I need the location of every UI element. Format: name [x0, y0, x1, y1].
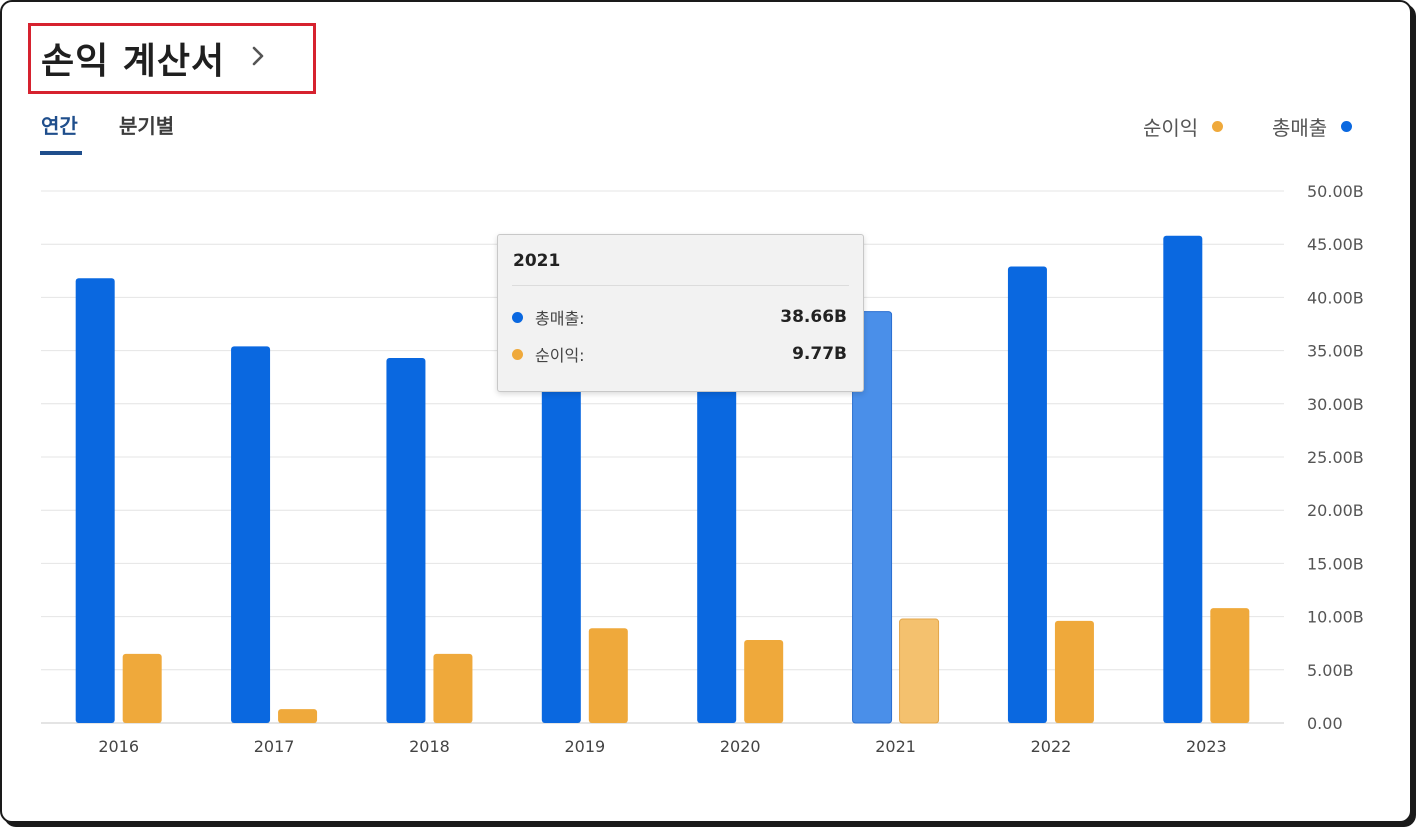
- y-tick-label: 30.00B: [1307, 395, 1364, 414]
- chart-tooltip: 2021 총매출: 38.66B 순이익: 9.77B: [497, 234, 864, 392]
- bar-net-income-2022: [1054, 620, 1094, 723]
- x-tick-label: 2018: [409, 737, 450, 756]
- bar-net-income-2020: [744, 640, 784, 723]
- x-tick-label: 2021: [875, 737, 916, 756]
- y-tick-label: 20.00B: [1307, 501, 1364, 520]
- bar-net-income-2017: [278, 709, 318, 723]
- tooltip-net-income-value: 9.77B: [792, 344, 847, 364]
- bar-net-income-2023: [1210, 608, 1250, 723]
- tooltip-net-income-dot: [512, 348, 523, 360]
- bar-revenue-2017: [231, 346, 271, 723]
- bar-net-income-2019: [588, 628, 628, 723]
- x-tick-label: 2020: [720, 737, 761, 756]
- bar-revenue-2019: [541, 382, 581, 723]
- bar-revenue-2016: [75, 278, 115, 723]
- x-tick-label: 2016: [98, 737, 139, 756]
- bar-chart: 0.00 5.00B 10.00B 15.00B 20.00B 25.00B 30.00B 3…: [41, 182, 1364, 756]
- tooltip-revenue-value: 38.66B: [780, 307, 847, 327]
- y-tick-label: 40.00B: [1307, 288, 1364, 307]
- y-tick-label: 25.00B: [1307, 448, 1364, 467]
- bar-revenue-2022: [1007, 266, 1047, 723]
- tooltip-row-revenue: 총매출: 38.66B: [512, 305, 847, 329]
- y-tick-label: 5.00B: [1307, 661, 1354, 680]
- y-tick-label: 10.00B: [1307, 608, 1364, 627]
- x-tick-label: 2017: [254, 737, 295, 756]
- bar-net-income-2018: [433, 653, 473, 723]
- bar-revenue-2023: [1163, 235, 1203, 724]
- x-tick-label: 2019: [564, 737, 605, 756]
- tooltip-revenue-dot: [512, 311, 523, 323]
- x-tick-label: 2022: [1031, 737, 1072, 756]
- y-tick-label: 0.00: [1307, 714, 1343, 733]
- y-tick-label: 35.00B: [1307, 342, 1364, 361]
- y-tick-label: 50.00B: [1307, 182, 1364, 201]
- y-tick-label: 45.00B: [1307, 235, 1364, 254]
- tooltip-year: 2021: [513, 251, 561, 271]
- tooltip-row-net-income: 순이익: 9.77B: [512, 342, 847, 366]
- bar-net-income-2016: [122, 653, 162, 723]
- bar-revenue-2020: [697, 382, 737, 723]
- y-tick-label: 15.00B: [1307, 554, 1364, 573]
- bar-revenue-2018: [386, 358, 426, 723]
- tooltip-divider: [512, 285, 849, 286]
- x-tick-label: 2023: [1186, 737, 1227, 756]
- tooltip-net-income-label: 순이익:: [535, 346, 585, 365]
- bar-net-income-2021: [899, 618, 940, 724]
- tooltip-revenue-label: 총매출:: [535, 309, 585, 328]
